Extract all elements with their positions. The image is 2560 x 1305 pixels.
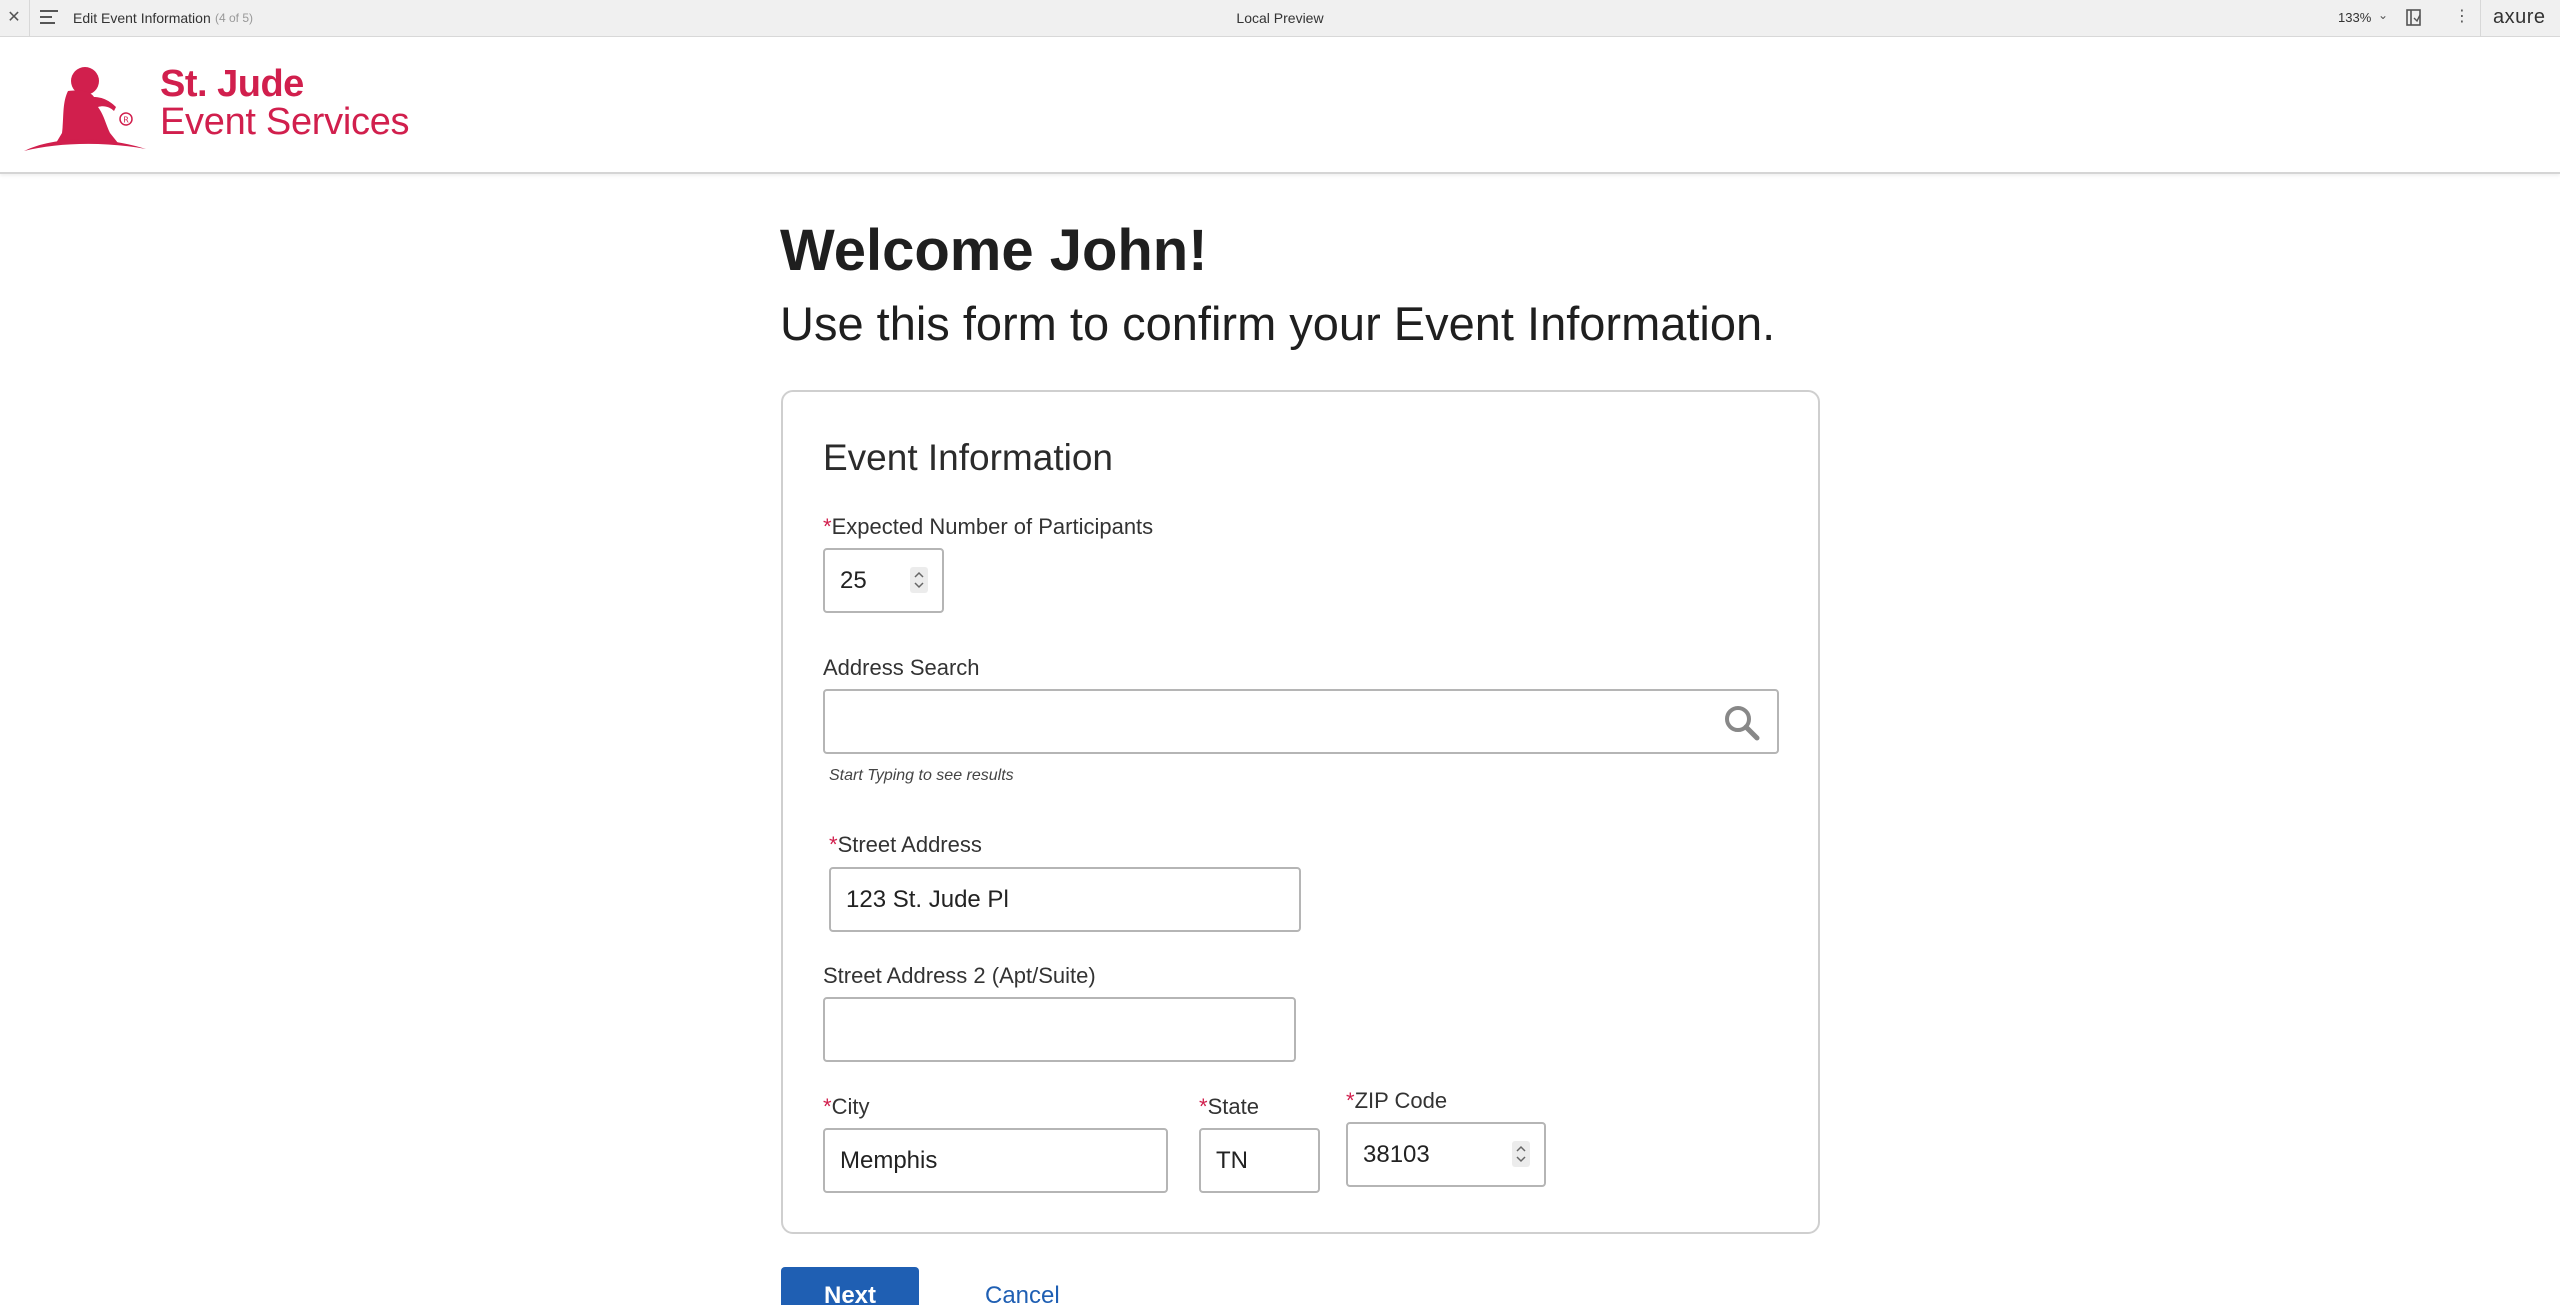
address-search-input[interactable] <box>823 689 1779 754</box>
required-marker: * <box>1346 1088 1355 1113</box>
axure-logo: axure <box>2493 6 2546 28</box>
search-icon[interactable] <box>1723 704 1761 742</box>
state-input[interactable]: TN <box>1199 1128 1320 1193</box>
page-name: Edit Event Information <box>73 10 211 26</box>
required-marker: * <box>823 514 832 539</box>
street-address-input[interactable]: 123 St. Jude Pl <box>829 867 1301 932</box>
child-silhouette-icon: R <box>24 67 146 151</box>
zoom-level[interactable]: 133% <box>2338 10 2371 25</box>
street-address-2-input[interactable] <box>823 997 1296 1062</box>
zip-code-value: 38103 <box>1363 1141 1430 1168</box>
svg-text:R: R <box>123 116 129 125</box>
stepper-icon[interactable] <box>1512 1141 1530 1167</box>
page-subtitle: Use this form to confirm your Event Info… <box>780 297 1776 350</box>
page-count: (4 of 5) <box>215 11 254 25</box>
street-address-value: 123 St. Jude Pl <box>846 886 1009 913</box>
toolbar-divider <box>2480 0 2481 37</box>
logo-title: St. Jude <box>160 63 304 105</box>
preview-toolbar: ✕ Edit Event Information (4 of 5) Local … <box>0 0 2560 37</box>
participants-label: *Expected Number of Participants <box>823 514 1154 539</box>
page-title: Welcome John! <box>780 218 1208 283</box>
close-icon[interactable]: ✕ <box>6 9 22 27</box>
site-header: R St. Jude Event Services <box>0 37 2560 174</box>
participants-value: 25 <box>840 567 867 594</box>
address-search-hint: Start Typing to see results <box>829 767 1014 784</box>
zip-code-input[interactable]: 38103 <box>1346 1122 1546 1187</box>
participants-input[interactable]: 25 <box>823 548 944 613</box>
cancel-link[interactable]: Cancel <box>985 1282 1060 1305</box>
state-value: TN <box>1216 1147 1248 1174</box>
notes-panel-icon[interactable] <box>2406 9 2422 27</box>
more-options-icon[interactable]: ⋮ <box>2454 8 2470 26</box>
city-label: *City <box>823 1094 870 1119</box>
address-search-label: Address Search <box>823 655 980 680</box>
street-address-label: *Street Address <box>829 832 982 857</box>
section-title: Event Information <box>823 437 1113 478</box>
logo-subtitle: Event Services <box>160 101 410 143</box>
next-button[interactable]: Next <box>781 1267 919 1305</box>
preview-title: Local Preview <box>1236 10 1324 26</box>
city-input[interactable]: Memphis <box>823 1128 1168 1193</box>
st-jude-logo[interactable]: R St. Jude Event Services <box>22 63 422 153</box>
zip-code-label: *ZIP Code <box>1346 1088 1448 1113</box>
stepper-icon[interactable] <box>910 567 928 593</box>
required-marker: * <box>1199 1094 1208 1119</box>
hamburger-menu-icon[interactable] <box>40 10 58 26</box>
required-marker: * <box>823 1094 832 1119</box>
street-address-2-label: Street Address 2 (Apt/Suite) <box>823 963 1096 988</box>
state-label: *State <box>1199 1094 1259 1119</box>
required-marker: * <box>829 832 838 857</box>
city-value: Memphis <box>840 1147 938 1174</box>
chevron-down-icon[interactable]: ⌄ <box>2378 8 2388 22</box>
toolbar-divider <box>29 0 30 37</box>
